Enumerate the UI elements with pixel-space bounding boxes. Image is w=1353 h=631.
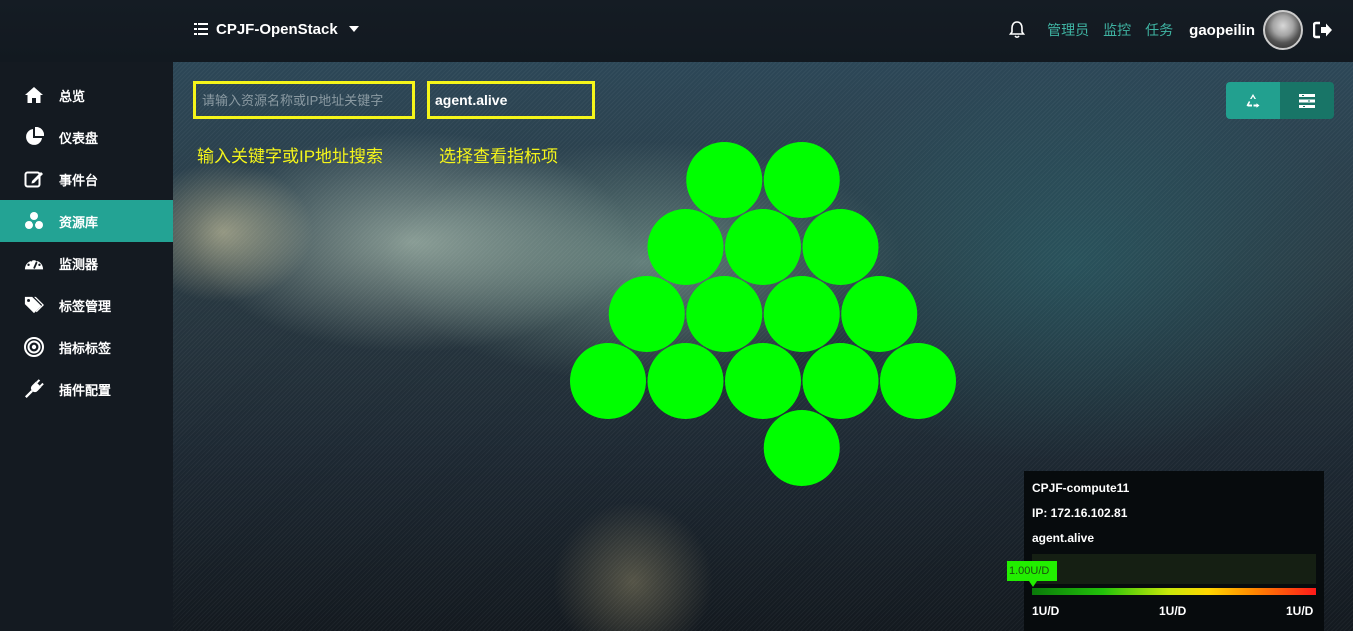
- metric-hint: 选择查看指标项: [439, 147, 558, 166]
- sidebar-item-metric-tags[interactable]: 指标标签: [0, 326, 173, 368]
- metric-select[interactable]: agent.alive: [427, 81, 595, 119]
- sidebar: 总览 仪表盘 事件台 资源库 监测器 标签管理 指标标签 插件配置: [0, 62, 173, 631]
- list-icon: [194, 23, 208, 35]
- scale-label-min: 1U/D: [1032, 604, 1060, 618]
- bullseye-icon: [24, 337, 44, 357]
- resource-node[interactable]: [880, 343, 956, 419]
- sidebar-item-plugin-config[interactable]: 插件配置: [0, 368, 173, 410]
- project-selector[interactable]: CPJF-OpenStack: [194, 19, 359, 39]
- dashboard-gauge-icon: [24, 253, 44, 273]
- search-input[interactable]: [193, 81, 415, 119]
- resource-node[interactable]: [570, 343, 646, 419]
- tags-icon: [24, 295, 44, 315]
- tooltip-metric: agent.alive: [1032, 531, 1095, 545]
- resource-node[interactable]: [763, 276, 840, 352]
- username[interactable]: gaopeilin: [1189, 22, 1255, 39]
- resource-node[interactable]: [763, 410, 840, 486]
- sidebar-item-label: 监测器: [59, 256, 99, 272]
- resource-node[interactable]: [841, 276, 918, 352]
- sidebar-item-label: 总览: [59, 88, 86, 104]
- project-name: CPJF-OpenStack: [216, 20, 338, 38]
- scale-label-max: 1U/D: [1286, 604, 1314, 618]
- value-marker: 1.00U/D: [1007, 561, 1057, 581]
- recycle-button[interactable]: [1226, 82, 1280, 119]
- sidebar-item-label: 事件台: [59, 172, 99, 188]
- tasks-list-icon: [1299, 93, 1315, 108]
- search-hint: 输入关键字或IP地址搜索: [197, 147, 384, 166]
- tooltip-host: CPJF-compute11: [1032, 481, 1130, 495]
- nav-link-monitor[interactable]: 监控: [1103, 20, 1131, 40]
- sidebar-item-tag-management[interactable]: 标签管理: [0, 284, 173, 326]
- top-right-nav: 管理员 监控 任务 gaopeilin: [1009, 10, 1333, 50]
- resource-node[interactable]: [647, 209, 724, 285]
- sidebar-item-resources[interactable]: 资源库: [0, 200, 173, 242]
- sidebar-item-label: 插件配置: [59, 382, 112, 398]
- sidebar-item-label: 仪表盘: [59, 130, 99, 146]
- sidebar-item-dashboard[interactable]: 仪表盘: [0, 116, 173, 158]
- cubes-icon: [24, 211, 44, 231]
- color-scale-bar: [1032, 588, 1316, 595]
- top-navbar: CPJF-OpenStack 管理员 监控 任务 gaopeilin: [0, 0, 1353, 62]
- sidebar-item-events[interactable]: 事件台: [0, 158, 173, 200]
- recycle-icon: [1246, 93, 1260, 108]
- resource-node[interactable]: [686, 142, 763, 218]
- home-icon: [24, 85, 44, 105]
- sidebar-item-overview[interactable]: 总览: [0, 74, 173, 116]
- bell-icon[interactable]: [1009, 21, 1026, 39]
- nav-link-tasks[interactable]: 任务: [1145, 20, 1173, 40]
- resource-node[interactable]: [725, 343, 801, 419]
- chevron-down-icon: [348, 26, 359, 32]
- marker-pointer: [1029, 581, 1037, 587]
- view-toggle-group: [1226, 82, 1334, 119]
- logout-icon[interactable]: [1313, 21, 1333, 39]
- plug-icon: [24, 379, 44, 399]
- resource-node[interactable]: [763, 142, 840, 218]
- resource-node[interactable]: [608, 276, 685, 352]
- sidebar-item-label: 标签管理: [59, 298, 112, 314]
- scale-label-mid: 1U/D: [1159, 604, 1187, 618]
- resource-node[interactable]: [802, 209, 879, 285]
- sidebar-item-label: 指标标签: [59, 340, 112, 356]
- tooltip-ip: IP: 172.16.102.81: [1032, 506, 1128, 520]
- resource-node[interactable]: [802, 343, 879, 419]
- resource-tooltip: CPJF-compute11 IP: 172.16.102.81 agent.a…: [1007, 471, 1324, 631]
- resource-node[interactable]: [725, 209, 801, 285]
- sidebar-item-label: 资源库: [59, 214, 99, 230]
- pie-chart-icon: [24, 127, 44, 147]
- legend-background: [1032, 554, 1316, 584]
- edit-icon: [24, 169, 44, 189]
- sidebar-item-monitors[interactable]: 监测器: [0, 242, 173, 284]
- nav-link-admin[interactable]: 管理员: [1047, 20, 1089, 40]
- resource-node[interactable]: [647, 343, 724, 419]
- resource-node[interactable]: [686, 276, 763, 352]
- list-view-button[interactable]: [1280, 82, 1334, 119]
- avatar[interactable]: [1263, 10, 1303, 50]
- main-content: agent.alive 输入关键字或IP地址搜索 选择查看指标项 CPJF-co…: [173, 62, 1353, 631]
